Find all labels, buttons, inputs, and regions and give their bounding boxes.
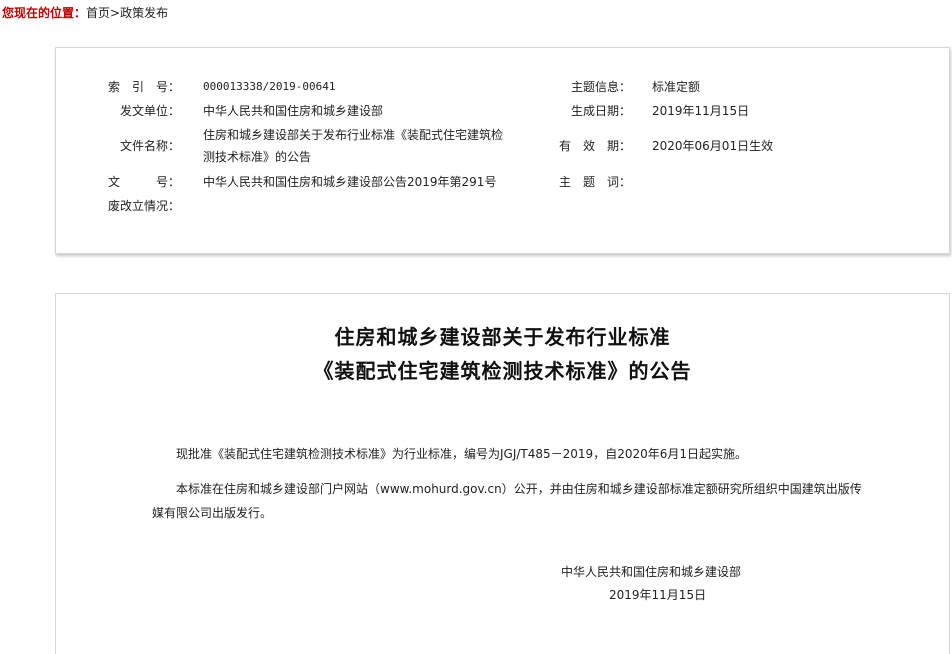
date-label: 生成日期： [570,104,631,118]
breadcrumb-current-link[interactable]: 政策发布 [120,6,168,20]
article-title-line2: 《装配式住宅建筑检测技术标准》的公告 [313,359,692,383]
article-paragraph-2-line2: 媒有限公司出版发行。 [152,506,273,520]
breadcrumb-label: 您现在的位置： [2,6,87,20]
date-value: 2019年11月15日 [652,104,750,118]
meta-row-issuer: 发文单位： 中华人民共和国住房和城乡建设部 生成日期： 2019年11月15日 [56,102,949,120]
sign-date: 2019年11月15日 [609,588,707,602]
meta-row-docno: 文 号： 中华人民共和国住房和城乡建设部公告2019年第291号 主 题 词： [56,173,949,191]
article-title-line1: 住房和城乡建设部关于发布行业标准 [334,325,671,349]
breadcrumb-separator: > [110,6,121,20]
filename-line2: 测技术标准》的公告 [203,150,312,164]
breadcrumb: 您现在的位置：首页>政策发布 [2,5,168,21]
issuer-value: 中华人民共和国住房和城乡建设部 [203,104,384,118]
meta-row-filename: 文件名称： 住房和城乡建设部关于发布行业标准《装配式住宅建筑检 测技术标准》的公… [56,126,949,166]
validity-label: 有 效 期： [558,139,631,153]
article-paragraph-1: 现批准《装配式住宅建筑检测技术标准》为行业标准，编号为JGJ/T485－2019… [176,447,748,461]
filename-label: 文件名称： [119,139,180,153]
meta-row-status: 废改立情况： [56,197,949,215]
document-metadata-panel: 索 引 号： 000013338/2019-00641 主题信息： 标准定额 发… [55,47,950,254]
status-label: 废改立情况： [107,199,180,213]
article-paragraph-2-line1: 本标准在住房和城乡建设部门户网站（www.mohurd.gov.cn）公开，并由… [176,482,862,496]
docno-label: 文 号： [107,175,180,189]
article-panel: 住房和城乡建设部关于发布行业标准 《装配式住宅建筑检测技术标准》的公告 现批准《… [55,293,950,654]
topic-value: 标准定额 [652,80,701,94]
filename-line1: 住房和城乡建设部关于发布行业标准《装配式住宅建筑检 [203,128,504,142]
index-value: 000013338/2019-00641 [203,80,336,93]
validity-value: 2020年06月01日生效 [652,139,774,153]
topic-label: 主题信息： [570,80,631,94]
issuer-label: 发文单位： [119,104,180,118]
signer: 中华人民共和国住房和城乡建设部 [561,565,742,579]
keyword-label: 主 题 词： [558,175,631,189]
meta-row-index: 索 引 号： 000013338/2019-00641 主题信息： 标准定额 [56,78,949,96]
breadcrumb-home-link[interactable]: 首页 [86,6,110,20]
docno-value: 中华人民共和国住房和城乡建设部公告2019年第291号 [203,175,497,189]
index-label: 索 引 号： [107,80,180,94]
